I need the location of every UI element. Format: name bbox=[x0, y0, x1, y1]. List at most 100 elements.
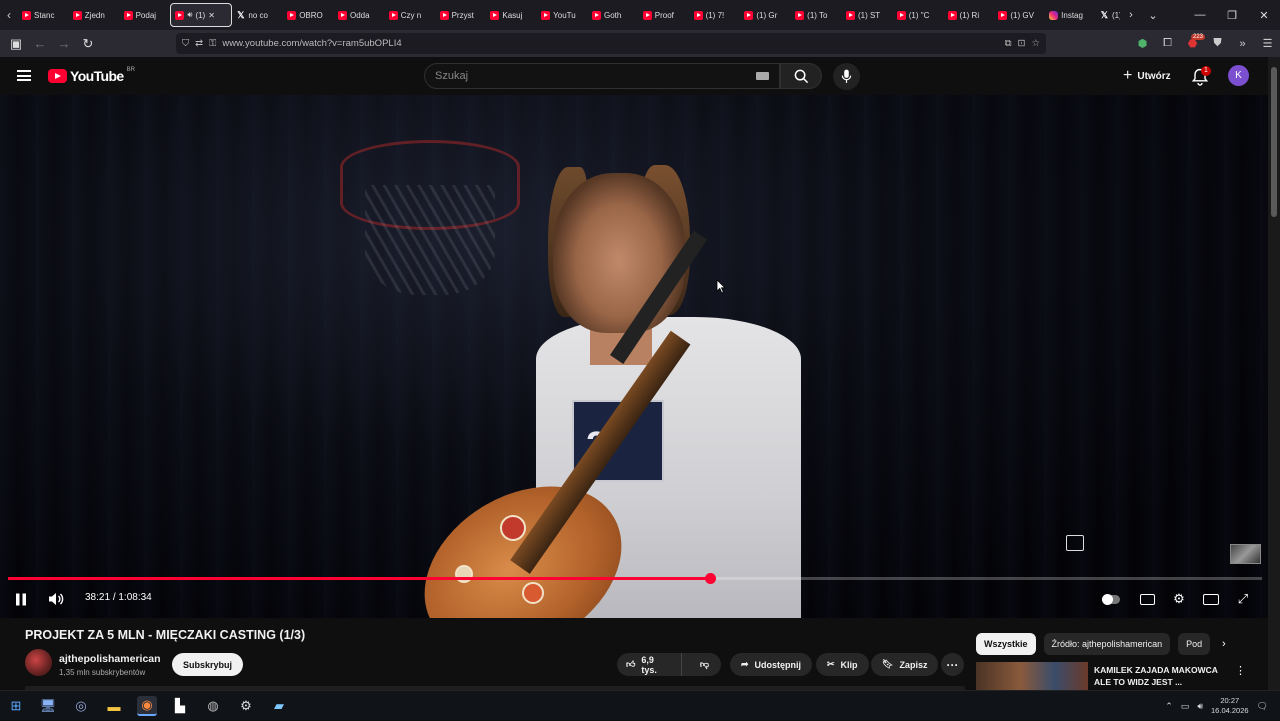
search-input[interactable] bbox=[435, 70, 756, 82]
browser-tab[interactable]: Stanc bbox=[18, 0, 69, 30]
steam-icon[interactable]: ◎ bbox=[71, 696, 91, 716]
globe-app-icon[interactable]: ◍ bbox=[203, 696, 223, 716]
fullscreen-button[interactable]: ⤢ bbox=[1233, 587, 1253, 611]
channel-avatar[interactable] bbox=[25, 649, 52, 676]
extensions-puzzle-icon[interactable]: ⧠ bbox=[1155, 37, 1180, 50]
file-explorer-icon[interactable]: ▬ bbox=[104, 696, 124, 716]
speaker-icon[interactable]: 🔊︎ bbox=[1197, 701, 1203, 712]
settings-button[interactable]: ⚙ bbox=[1169, 587, 1189, 611]
browser-tab[interactable]: (1) 7! bbox=[690, 0, 741, 30]
forward-arrow-icon[interactable]: → bbox=[52, 36, 76, 51]
browser-tab[interactable]: OBRO bbox=[283, 0, 334, 30]
url-text[interactable]: www.youtube.com/watch?v=ram5ubOPLI4 bbox=[222, 38, 998, 49]
scrollbar-thumb[interactable] bbox=[1271, 67, 1277, 217]
browser-tab[interactable]: YouTu bbox=[537, 0, 588, 30]
hamburger-menu-icon[interactable] bbox=[17, 70, 31, 81]
document-app-icon[interactable]: ▰ bbox=[269, 696, 289, 716]
reader-icon[interactable]: ⚿ bbox=[209, 38, 216, 49]
filter-chip[interactable]: Wszystkie bbox=[976, 633, 1036, 655]
tab-audio-icon[interactable]: 🔊︎ bbox=[187, 10, 192, 20]
browser-tab[interactable]: Czy n bbox=[385, 0, 436, 30]
search-button[interactable] bbox=[780, 63, 822, 89]
pause-button[interactable] bbox=[12, 587, 30, 611]
system-clock[interactable]: 20:27 16.04.2026 bbox=[1211, 696, 1249, 716]
browser-tab[interactable]: (1) ST bbox=[842, 0, 893, 30]
browser-tab[interactable]: Przyst bbox=[436, 0, 487, 30]
voice-search-button[interactable] bbox=[833, 63, 860, 90]
window-close-icon[interactable]: ✕ bbox=[1248, 9, 1280, 22]
filter-chip[interactable]: Pod bbox=[1178, 633, 1211, 655]
tracking-shield-icon[interactable]: ⛉ bbox=[182, 38, 189, 49]
tray-overflow-chevron-icon[interactable]: ⌃ bbox=[1165, 701, 1173, 712]
monitor-app-icon[interactable]: 🖥︎ bbox=[38, 696, 58, 716]
progress-bar[interactable] bbox=[8, 573, 1262, 584]
miniplayer-icon[interactable] bbox=[1066, 535, 1084, 551]
subtitles-button[interactable] bbox=[1137, 587, 1157, 611]
channel-name[interactable]: ajthepolishamerican bbox=[59, 653, 161, 665]
browser-tab[interactable]: Odda bbox=[334, 0, 385, 30]
recommendation-title[interactable]: KAMILEK ZAJADA MAKOWCA ALE TO WIDZ JEST … bbox=[1094, 664, 1229, 688]
page-scrollbar[interactable] bbox=[1268, 57, 1280, 690]
clip-button[interactable]: ✂ Klip bbox=[816, 653, 869, 676]
autoplay-toggle[interactable] bbox=[1101, 587, 1121, 611]
tabs-scroll-right-icon[interactable]: › bbox=[1120, 9, 1142, 21]
tabs-scroll-left-icon[interactable]: ‹ bbox=[0, 8, 18, 22]
browser-tab[interactable]: Zjedn bbox=[69, 0, 120, 30]
bookmark-star-icon[interactable]: ☆ bbox=[1031, 38, 1040, 49]
sidebar-toggle-icon[interactable]: ▣ bbox=[4, 36, 28, 52]
notifications-center-icon[interactable]: 🗨︎ bbox=[1257, 701, 1268, 712]
search-box[interactable] bbox=[424, 63, 780, 89]
recommendation-thumbnail[interactable] bbox=[976, 662, 1088, 690]
screenshot-icon[interactable]: ⊡ bbox=[1018, 38, 1026, 49]
windows-start-icon[interactable]: ⊞ bbox=[6, 696, 26, 716]
youtube-logo[interactable]: YouTube BR bbox=[48, 67, 135, 84]
browser-tab[interactable]: Podaj bbox=[120, 0, 171, 30]
vpn-extension-icon[interactable]: ⬢ bbox=[1130, 37, 1155, 50]
app-menu-icon[interactable]: ☰ bbox=[1255, 37, 1280, 50]
browser-tab[interactable]: Goth bbox=[588, 0, 639, 30]
pip-address-icon[interactable]: ⧉ bbox=[1005, 38, 1012, 49]
more-actions-button[interactable]: ··· bbox=[941, 653, 964, 676]
window-minimize-icon[interactable]: — bbox=[1184, 9, 1216, 21]
firefox-icon[interactable]: ◉ bbox=[137, 696, 157, 716]
account-avatar[interactable]: K bbox=[1228, 65, 1249, 86]
browser-tab[interactable]: (1) Gr bbox=[740, 0, 791, 30]
browser-tab[interactable]: Kasuj bbox=[486, 0, 537, 30]
back-arrow-icon[interactable]: ← bbox=[28, 36, 52, 51]
save-button[interactable]: 🔖︎ Zapisz bbox=[871, 653, 939, 676]
chips-next-chevron-icon[interactable]: › bbox=[1222, 638, 1226, 650]
end-card-thumbnail[interactable] bbox=[1230, 544, 1261, 564]
video-player[interactable]: 2 38:21 / 1:08:34 ⚙ bbox=[0, 95, 1268, 618]
browser-tab[interactable]: 𝕏no co bbox=[232, 0, 283, 30]
address-bar[interactable]: ⛉ ⇄ ⚿ www.youtube.com/watch?v=ram5ubOPLI… bbox=[176, 33, 1046, 54]
browser-tab[interactable]: (1) To bbox=[791, 0, 842, 30]
notes-app-icon[interactable]: ▙ bbox=[170, 696, 190, 716]
create-button[interactable]: + Utwórz bbox=[1115, 65, 1179, 87]
volume-button[interactable] bbox=[46, 587, 66, 611]
overflow-chevron-icon[interactable]: » bbox=[1230, 38, 1255, 50]
progress-scrubber-handle[interactable] bbox=[705, 573, 716, 584]
subscribe-button[interactable]: Subskrybuj bbox=[172, 653, 244, 676]
shield-extension-icon[interactable]: ⛊ bbox=[1205, 37, 1230, 50]
browser-tab[interactable]: Instag bbox=[1045, 0, 1096, 30]
network-icon[interactable]: ▭ bbox=[1181, 701, 1190, 712]
settings-app-icon[interactable]: ⚙ bbox=[236, 696, 256, 716]
window-restore-icon[interactable]: ❐ bbox=[1216, 9, 1248, 22]
share-button[interactable]: ➦ Udostępnij bbox=[730, 653, 813, 676]
keyboard-icon[interactable] bbox=[756, 72, 769, 80]
like-button[interactable]: 👍︎ 6,9 tys. bbox=[617, 653, 682, 676]
reload-icon[interactable]: ↻ bbox=[76, 36, 100, 52]
browser-tab[interactable]: 𝕏(1) bbox=[1096, 0, 1120, 30]
filter-chip[interactable]: Źródło: ajthepolishamerican bbox=[1043, 633, 1171, 655]
browser-tab[interactable]: (1) "C bbox=[893, 0, 944, 30]
adblock-extension-icon[interactable]: ⬣ 223 bbox=[1180, 34, 1206, 50]
theater-mode-button[interactable] bbox=[1201, 587, 1221, 611]
recommendation-menu-icon[interactable]: ⋮ bbox=[1235, 664, 1246, 677]
browser-tab[interactable]: Proof bbox=[639, 0, 690, 30]
tab-list-chevron-icon[interactable]: ⌄ bbox=[1142, 9, 1164, 22]
tab-close-icon[interactable]: ✕ bbox=[208, 11, 215, 20]
dislike-button[interactable]: 👎︎ bbox=[688, 653, 721, 676]
browser-tab[interactable]: (1) Ri bbox=[944, 0, 995, 30]
browser-tab[interactable]: 🔊︎ (1) ✕ bbox=[170, 3, 233, 27]
permissions-icon[interactable]: ⇄ bbox=[195, 38, 203, 49]
